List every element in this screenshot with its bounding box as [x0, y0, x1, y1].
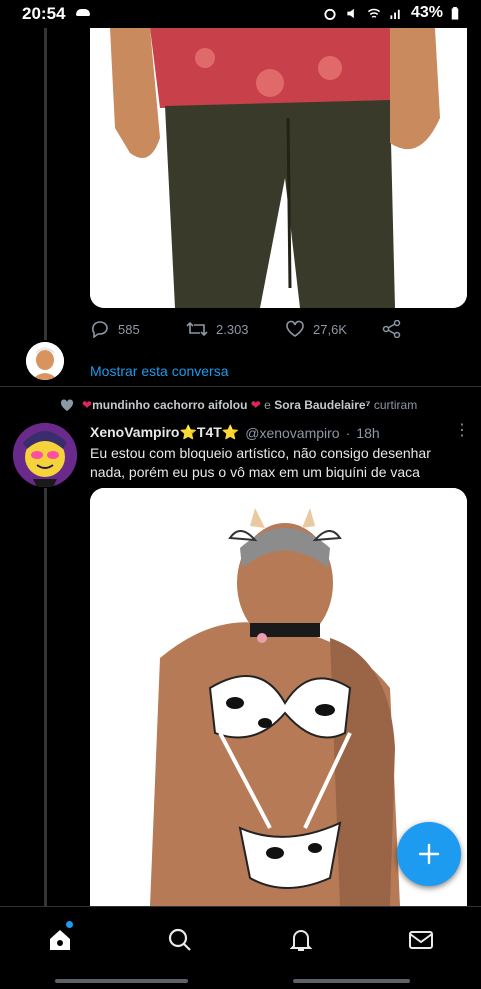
- like-button[interactable]: 27,6K: [285, 320, 347, 338]
- reply-button[interactable]: 585: [90, 320, 140, 338]
- compose-button[interactable]: [397, 822, 461, 886]
- reply-count: 585: [118, 321, 140, 337]
- wifi-icon: [367, 8, 381, 18]
- avatar-image: [26, 342, 64, 380]
- divider: [0, 386, 481, 387]
- author-handle[interactable]: @xenovampiro: [245, 425, 339, 441]
- tweet-text: Eu estou com bloqueio artístico, não con…: [90, 445, 431, 480]
- illustration-legs: [90, 28, 467, 308]
- gesture-bar-left: [55, 979, 188, 983]
- share-button[interactable]: [382, 320, 402, 338]
- alarm-icon: [324, 8, 336, 20]
- separator: ·: [345, 424, 351, 441]
- search-icon[interactable]: [167, 927, 193, 953]
- social-suffix: curtiram: [373, 398, 418, 412]
- avatar-image: [13, 423, 77, 487]
- tweet-header: XenoVampiro⭐T4T⭐ @xenovampiro · 18h: [90, 424, 380, 441]
- notification-dot: [66, 921, 73, 928]
- battery-icon: [451, 6, 459, 20]
- cloud-icon: [76, 9, 90, 16]
- mail-icon[interactable]: [408, 927, 434, 953]
- social-context[interactable]: ❤mundinho cachorro aifolou ❤ e Sora Baud…: [60, 398, 417, 412]
- liker-2: Sora Baudelaire⁷: [274, 398, 371, 412]
- share-icon: [382, 320, 401, 338]
- thread-line-top: [44, 28, 47, 340]
- social-context-text: ❤mundinho cachorro aifolou ❤ e Sora Baud…: [82, 398, 417, 412]
- gesture-bar-right: [293, 979, 410, 983]
- tweet-actions: 585 2.303 27,6K: [90, 320, 420, 344]
- status-time: 20:54: [22, 4, 66, 23]
- signal-icon: [390, 9, 400, 19]
- compose-icon: [418, 843, 440, 865]
- bottom-navigation: [0, 906, 481, 989]
- mute-icon: [347, 8, 354, 18]
- more-options-icon[interactable]: ⋮: [454, 420, 470, 440]
- thread-line-bottom: [44, 488, 47, 906]
- author-name[interactable]: XenoVampiro⭐T4T⭐: [90, 424, 239, 441]
- like-icon: [286, 320, 304, 337]
- retweet-icon: [186, 321, 208, 337]
- like-count: 27,6K: [313, 321, 347, 337]
- battery-percent: 43%: [410, 4, 443, 21]
- show-conversation-link[interactable]: Mostrar esta conversa: [90, 363, 229, 379]
- status-bar: 20:54 43%: [0, 0, 481, 28]
- previous-tweet-image[interactable]: [90, 28, 467, 308]
- author-avatar[interactable]: [13, 423, 77, 487]
- retweet-button[interactable]: 2.303: [186, 320, 249, 338]
- reply-icon: [92, 321, 108, 338]
- emoji-icon: ❤: [82, 398, 93, 412]
- tweet-time[interactable]: 18h: [356, 425, 379, 441]
- liker-1: mundinho cachorro aifolou: [92, 398, 248, 412]
- bell-icon[interactable]: [288, 927, 314, 953]
- joiner: e: [264, 398, 271, 412]
- emoji-icon-2: ❤: [250, 398, 261, 412]
- retweet-count: 2.303: [216, 321, 249, 337]
- avatar[interactable]: [26, 342, 64, 380]
- home-icon[interactable]: [47, 927, 73, 953]
- status-indicators: 43%: [323, 4, 459, 22]
- heart-icon: [60, 398, 74, 411]
